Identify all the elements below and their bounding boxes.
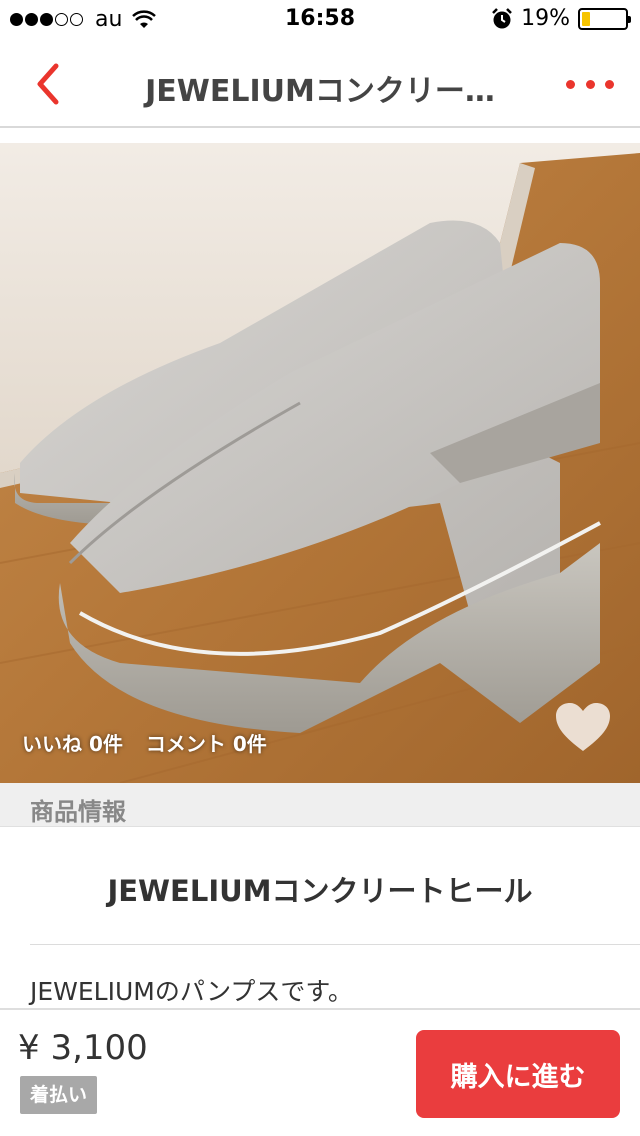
divider	[30, 944, 640, 945]
comments-count: コメント 0件	[145, 732, 267, 756]
product-photo[interactable]: いいね 0件 コメント 0件	[0, 143, 640, 783]
battery-icon	[578, 7, 631, 30]
purchase-bar: ¥ 3,100 着払い 購入に進む	[0, 1008, 640, 1136]
item-title: JEWELIUMコンクリートヒール	[107, 874, 533, 908]
page-title: JEWELIUMコンクリー…	[145, 74, 495, 109]
section-title: 商品情報	[30, 798, 126, 826]
heart-icon[interactable]	[554, 701, 612, 753]
battery-percent: 19%	[521, 6, 570, 31]
more-dot-icon	[585, 79, 595, 89]
price: ¥ 3,100	[18, 1028, 148, 1068]
product-image	[0, 143, 640, 783]
status-right: 19%	[491, 6, 631, 31]
battery-fill	[582, 11, 590, 26]
item-description: JEWELIUMのパンプスです。	[30, 977, 353, 1006]
shipping-badge: 着払い	[20, 1076, 98, 1114]
nav-bar: JEWELIUMコンクリー…	[0, 40, 640, 128]
chevron-left-icon[interactable]	[26, 60, 74, 108]
more-dot-icon	[605, 79, 614, 89]
more-dot-icon	[566, 79, 575, 89]
status-bar: au 16:58 19%	[0, 0, 640, 40]
alarm-icon	[492, 7, 512, 28]
section-header: 商品情報	[0, 783, 640, 827]
buy-button[interactable]: 購入に進む	[416, 1030, 620, 1118]
likes-count: いいね 0件	[22, 732, 123, 756]
photo-stats: いいね 0件 コメント 0件	[22, 728, 267, 757]
more-options-button[interactable]	[566, 70, 614, 98]
